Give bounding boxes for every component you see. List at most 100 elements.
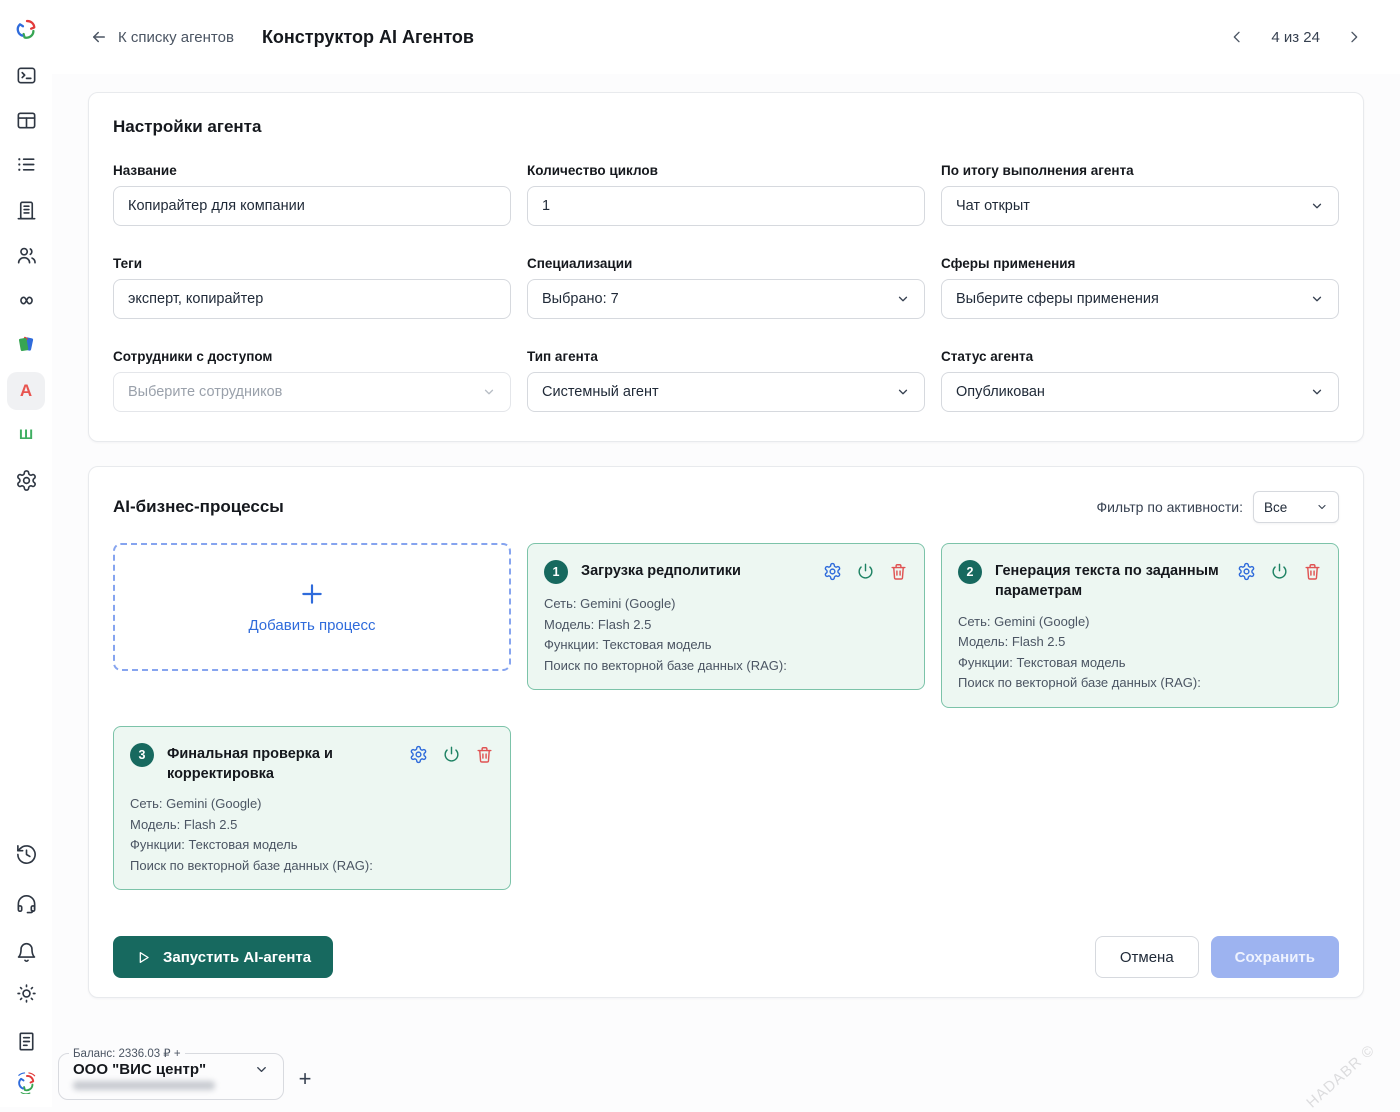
sidebar-item-notifications[interactable] [7, 933, 45, 971]
agent-type-value: Системный агент [542, 384, 659, 400]
top-bar: К списку агентов Конструктор AI Агентов … [52, 0, 1400, 74]
run-agent-button[interactable]: Запустить AI-агента [113, 936, 333, 978]
sidebar-item-docs[interactable] [7, 1022, 45, 1060]
field-tags: Теги [113, 256, 511, 319]
employees-label: Сотрудники с доступом [113, 349, 511, 364]
process-card: 2 Генерация текста по заданным параметра… [941, 543, 1339, 708]
agent-settings-panel: Настройки агента Название Количество цик… [88, 92, 1364, 442]
process-toggle-button[interactable] [1270, 562, 1289, 581]
chevron-down-icon [896, 292, 910, 306]
on-complete-select[interactable]: Чат открыт [941, 186, 1339, 226]
process-settings-button[interactable] [823, 562, 842, 581]
balance-box: Баланс: 2336.03 ₽ + ООО "ВИС центр" [58, 1046, 284, 1100]
process-cards: Добавить процесс 1 Загрузка редполитики … [113, 543, 1339, 890]
process-number-badge: 3 [130, 743, 154, 767]
process-delete-button[interactable] [1303, 562, 1322, 581]
name-input[interactable] [113, 186, 511, 226]
sidebar-item-dashboard[interactable] [7, 101, 45, 139]
sidebar-item-knowledge[interactable] [7, 325, 45, 363]
process-number-badge: 2 [958, 560, 982, 584]
settings-title: Настройки агента [113, 117, 1339, 137]
cycles-input[interactable] [527, 186, 925, 226]
terminal-icon [15, 64, 38, 87]
sidebar-item-integrations[interactable] [7, 281, 45, 319]
main-content: Настройки агента Название Количество цик… [52, 92, 1400, 998]
list-icon [15, 153, 38, 176]
agent-type-select[interactable]: Системный агент [527, 372, 925, 412]
chevron-down-icon [1310, 292, 1324, 306]
building-icon [15, 199, 38, 222]
back-label: К списку агентов [118, 29, 234, 46]
processes-panel: AI-бизнес-процессы Фильтр по активности:… [88, 466, 1364, 998]
employees-placeholder: Выберите сотрудников [128, 384, 282, 400]
sidebar-item-sh[interactable]: Ш [7, 415, 45, 453]
on-complete-label: По итогу выполнения агента [941, 163, 1339, 178]
chevron-down-icon [1316, 501, 1328, 513]
sidebar-item-list[interactable] [7, 145, 45, 183]
sidebar-item-terminal[interactable] [7, 56, 45, 94]
process-toggle-button[interactable] [856, 562, 875, 581]
power-icon [856, 562, 875, 581]
sidebar-item-users[interactable] [7, 236, 45, 274]
status-select[interactable]: Опубликован [941, 372, 1339, 412]
specializations-value: Выбрано: 7 [542, 291, 619, 307]
chevron-down-icon [1310, 199, 1324, 213]
process-line: Поиск по векторной базе данных (RAG): [958, 673, 1322, 694]
gear-icon [15, 469, 38, 492]
cycles-label: Количество циклов [527, 163, 925, 178]
sidebar-item-theme[interactable] [7, 974, 45, 1012]
process-line: Функции: Текстовая модель [130, 835, 494, 856]
blurred-text [73, 1081, 215, 1090]
stack-color-icon [15, 333, 38, 356]
sidebar-item-support[interactable] [7, 884, 45, 922]
add-process-button[interactable]: Добавить процесс [113, 543, 511, 671]
tags-input[interactable] [113, 279, 511, 319]
app-logo[interactable] [7, 10, 45, 48]
app-logo-bottom[interactable] [7, 1063, 45, 1101]
pagination-text: 4 из 24 [1271, 29, 1320, 46]
org-select[interactable]: ООО "ВИС центр" [73, 1061, 269, 1078]
process-line: Функции: Текстовая модель [544, 635, 908, 656]
specializations-select[interactable]: Выбрано: 7 [527, 279, 925, 319]
panel-actions: Запустить AI-агента Отмена Сохранить [113, 936, 1339, 978]
save-button[interactable]: Сохранить [1211, 936, 1339, 978]
process-card: 3 Финальная проверка и корректировка Сет… [113, 726, 511, 891]
add-org-button[interactable]: + [292, 1066, 318, 1092]
process-line: Модель: Flash 2.5 [130, 815, 494, 836]
process-title: Загрузка редполитики [581, 561, 813, 581]
back-button[interactable]: К списку агентов [90, 28, 234, 46]
filter-select[interactable]: Все [1253, 491, 1339, 523]
process-delete-button[interactable] [475, 745, 494, 764]
process-line: Функции: Текстовая модель [958, 653, 1322, 674]
balance-label[interactable]: Баланс: 2336.03 ₽ + [69, 1046, 185, 1060]
process-settings-button[interactable] [1237, 562, 1256, 581]
processes-title: AI-бизнес-процессы [113, 497, 284, 517]
app-logo-icon [15, 18, 38, 41]
sidebar-item-settings[interactable] [7, 461, 45, 499]
trash-icon [889, 562, 908, 581]
sidebar-item-history[interactable] [7, 835, 45, 873]
employees-select[interactable]: Выберите сотрудников [113, 372, 511, 412]
prev-page-button[interactable] [1229, 29, 1245, 45]
process-delete-button[interactable] [889, 562, 908, 581]
layout-icon [15, 109, 38, 132]
arrow-left-icon [90, 28, 108, 46]
process-title: Генерация текста по заданным параметрам [995, 561, 1227, 602]
plus-icon [299, 581, 325, 607]
sidebar: A Ш [0, 0, 52, 1107]
process-settings-button[interactable] [409, 745, 428, 764]
cancel-button[interactable]: Отмена [1095, 936, 1199, 978]
infinity-icon [15, 289, 38, 312]
trash-icon [475, 745, 494, 764]
sun-icon [15, 982, 38, 1005]
sidebar-item-agents[interactable]: A [7, 372, 45, 410]
sidebar-item-company[interactable] [7, 191, 45, 229]
process-toggle-button[interactable] [442, 745, 461, 764]
spheres-select[interactable]: Выберите сферы применения [941, 279, 1339, 319]
spheres-label: Сферы применения [941, 256, 1339, 271]
process-line: Сеть: Gemini (Google) [130, 794, 494, 815]
next-page-button[interactable] [1346, 29, 1362, 45]
letter-sh-icon: Ш [19, 426, 33, 442]
users-icon [15, 244, 38, 267]
headphones-icon [15, 892, 38, 915]
